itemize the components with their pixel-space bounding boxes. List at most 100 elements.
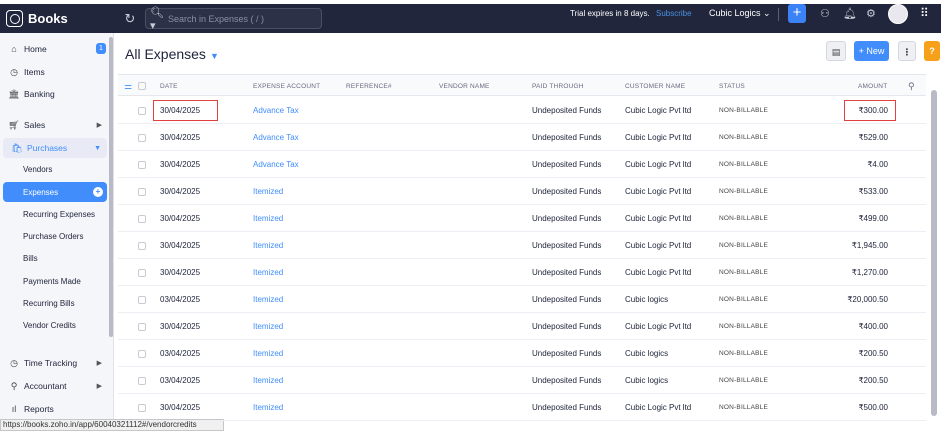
column-filter-icon[interactable]: ⚌ xyxy=(124,81,132,92)
cell-expense-account[interactable]: Advance Tax xyxy=(253,106,299,115)
select-all-checkbox[interactable] xyxy=(138,82,146,90)
column-header-date[interactable]: DATE xyxy=(160,83,178,90)
sidebar-item-recurring-bills[interactable]: Recurring Bills xyxy=(23,299,75,308)
stack-icon: ▤ xyxy=(831,47,841,57)
cell-paid-through: Undeposited Funds xyxy=(532,349,602,358)
sidebar-item-vendor-credits[interactable]: Vendor Credits xyxy=(23,321,76,330)
column-header-amount[interactable]: AMOUNT xyxy=(858,83,887,90)
table-row[interactable]: 30/04/2025 Itemized Undeposited Funds Cubic… xyxy=(118,232,926,259)
avatar[interactable] xyxy=(888,4,908,24)
quick-create-button[interactable]: + xyxy=(788,4,806,23)
cell-expense-account[interactable]: Itemized xyxy=(253,403,283,412)
org-switcher[interactable]: Cubic Logics ⌄ xyxy=(709,8,771,19)
sidebar-item-sales[interactable]: 🛒︎ Sales ▶ xyxy=(0,115,108,135)
sidebar-item-payments-made[interactable]: Payments Made xyxy=(23,277,81,286)
sidebar-item-label: Items xyxy=(24,67,45,77)
table-row[interactable]: 30/04/2025 Itemized Undeposited Funds Cubic… xyxy=(118,205,926,232)
cell-paid-through: Undeposited Funds xyxy=(532,376,602,385)
sidebar-item-purchase-orders[interactable]: Purchase Orders xyxy=(23,232,83,241)
row-checkbox[interactable] xyxy=(138,215,146,223)
sidebar-item-purchases[interactable]: 🛍︎ Purchases ▼ xyxy=(3,138,107,158)
cell-amount: ₹499.00 xyxy=(858,214,888,223)
sidebar-item-reports[interactable]: ıl Reports xyxy=(0,399,108,419)
users-icon[interactable]: ⚇ xyxy=(820,7,830,20)
sidebar-item-time-tracking[interactable]: ◷ Time Tracking ▶ xyxy=(0,353,108,373)
row-checkbox[interactable] xyxy=(138,377,146,385)
column-header-reference[interactable]: REFERENCE# xyxy=(346,83,392,90)
search-input[interactable] xyxy=(168,13,313,24)
recent-history-icon[interactable]: ↻ xyxy=(115,11,145,27)
settings-gear-icon[interactable]: ⚙ xyxy=(866,7,876,20)
more-options-button[interactable]: ⋮ xyxy=(898,41,916,61)
row-checkbox[interactable] xyxy=(138,296,146,304)
cell-date: 30/04/2025 xyxy=(160,241,201,250)
add-expense-icon[interactable]: + xyxy=(93,187,103,197)
sidebar-item-label: Home xyxy=(24,44,47,54)
cell-expense-account[interactable]: Advance Tax xyxy=(253,133,299,142)
cell-expense-account[interactable]: Itemized xyxy=(253,322,283,331)
new-expense-button[interactable]: + New xyxy=(854,41,889,61)
cell-date: 30/04/2025 xyxy=(160,160,201,169)
cell-expense-account[interactable]: Itemized xyxy=(253,268,283,277)
search-icon[interactable]: 🔍︎▾ xyxy=(150,6,168,32)
chevron-down-icon[interactable]: ▼ xyxy=(210,51,219,61)
column-header-paid-through[interactable]: PAID THROUGH xyxy=(532,83,584,90)
cell-expense-account[interactable]: Itemized xyxy=(253,376,283,385)
cell-expense-account[interactable]: Itemized xyxy=(253,187,283,196)
column-header-expense-account[interactable]: EXPENSE ACCOUNT xyxy=(253,83,320,90)
table-row[interactable]: 30/04/2025 Itemized Undeposited Funds Cubic… xyxy=(118,394,926,421)
table-row[interactable]: 30/04/2025 Advance Tax Undeposited Funds Cu… xyxy=(118,124,926,151)
table-row[interactable]: 03/04/2025 Itemized Undeposited Funds Cubic… xyxy=(118,367,926,394)
column-header-customer-name[interactable]: CUSTOMER NAME xyxy=(625,83,685,90)
sidebar-item-recurring-expenses[interactable]: Recurring Expenses xyxy=(23,210,95,219)
row-checkbox[interactable] xyxy=(138,404,146,412)
table-search-icon[interactable]: ⚲ xyxy=(908,81,915,92)
cell-expense-account[interactable]: Itemized xyxy=(253,241,283,250)
sidebar-scrollbar[interactable] xyxy=(109,37,113,337)
table-scrollbar[interactable] xyxy=(931,90,937,416)
search-box[interactable]: 🔍︎▾ xyxy=(145,6,322,32)
row-checkbox[interactable] xyxy=(138,323,146,331)
sidebar-item-items[interactable]: ◷ Items xyxy=(0,62,108,82)
highlight-amount xyxy=(844,100,896,121)
page-title[interactable]: All Expenses ▼ xyxy=(125,46,219,62)
row-checkbox[interactable] xyxy=(138,242,146,250)
row-checkbox[interactable] xyxy=(138,161,146,169)
table-row[interactable]: 03/04/2025 Itemized Undeposited Funds Cubic… xyxy=(118,286,926,313)
row-checkbox[interactable] xyxy=(138,269,146,277)
sidebar-item-expenses[interactable]: Expenses + xyxy=(3,182,107,202)
help-button[interactable]: ? xyxy=(924,41,940,61)
table-row[interactable]: 30/04/2025 Itemized Undeposited Funds Cubic… xyxy=(118,178,926,205)
home-icon: ⌂ xyxy=(11,44,17,54)
sidebar-item-home[interactable]: ⌂ Home 1 xyxy=(0,39,108,59)
table-row[interactable]: 03/04/2025 Itemized Undeposited Funds Cubic… xyxy=(118,340,926,367)
sidebar-item-label: Accountant xyxy=(24,381,67,391)
cell-date: 03/04/2025 xyxy=(160,349,201,358)
sidebar-item-accountant[interactable]: ⚲ Accountant ▶ xyxy=(0,376,108,396)
row-checkbox[interactable] xyxy=(138,188,146,196)
brand-logo[interactable]: Books xyxy=(0,4,115,33)
table-row[interactable]: 30/04/2025 Itemized Undeposited Funds Cubic… xyxy=(118,259,926,286)
sidebar-item-banking[interactable]: 🏛︎ Banking xyxy=(0,84,108,104)
row-checkbox[interactable] xyxy=(138,350,146,358)
table-row[interactable]: 30/04/2025 Advance Tax Undeposited Funds Cu… xyxy=(118,97,926,124)
receipts-inbox-button[interactable]: ▤ xyxy=(826,41,846,61)
cell-expense-account[interactable]: Itemized xyxy=(253,295,283,304)
cell-expense-account[interactable]: Itemized xyxy=(253,349,283,358)
column-header-status[interactable]: STATUS xyxy=(719,83,745,90)
subscribe-link[interactable]: Subscribe xyxy=(656,9,692,18)
notifications-icon[interactable]: 🔔︎ xyxy=(843,7,857,20)
row-checkbox[interactable] xyxy=(138,134,146,142)
apps-grid-icon[interactable]: ⠿ xyxy=(920,6,929,20)
column-header-vendor-name[interactable]: VENDOR NAME xyxy=(439,83,490,90)
sidebar-item-vendors[interactable]: Vendors xyxy=(23,165,52,174)
bank-icon: 🏛︎ xyxy=(8,88,20,99)
sidebar-item-bills[interactable]: Bills xyxy=(23,254,38,263)
table-row[interactable]: 30/04/2025 Itemized Undeposited Funds Cubic… xyxy=(118,313,926,340)
clock-icon: ◷ xyxy=(10,357,18,368)
chevron-right-icon: ▶ xyxy=(96,360,102,367)
row-checkbox[interactable] xyxy=(138,107,146,115)
cell-expense-account[interactable]: Advance Tax xyxy=(253,160,299,169)
table-row[interactable]: 30/04/2025 Advance Tax Undeposited Funds Cu… xyxy=(118,151,926,178)
cell-expense-account[interactable]: Itemized xyxy=(253,214,283,223)
